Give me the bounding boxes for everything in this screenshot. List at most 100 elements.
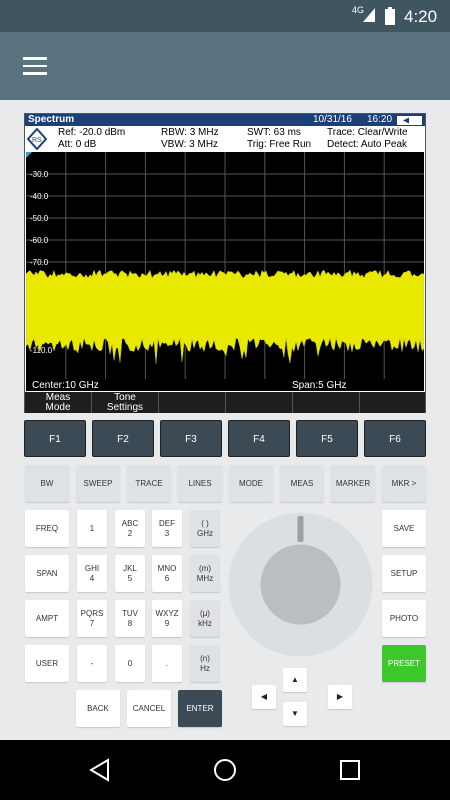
signal-icon xyxy=(363,8,375,22)
user-button[interactable]: USER xyxy=(25,645,69,682)
key-bottom-label: 7 xyxy=(89,618,95,628)
f6-button[interactable]: F6 xyxy=(364,420,426,457)
span-button[interactable]: SPAN xyxy=(25,555,69,592)
span-value: Span:5 GHz xyxy=(292,380,347,391)
ampt-button[interactable]: AMPT xyxy=(25,600,69,637)
softkey-5[interactable] xyxy=(293,392,360,413)
axis-footer: Center:10 GHz Span:5 GHz xyxy=(26,379,424,391)
knob-indicator-icon xyxy=(297,516,304,542)
meas-button[interactable]: MEAS xyxy=(280,465,324,502)
key-bottom-label: kHz xyxy=(198,618,212,628)
key-top-label: WXYZ xyxy=(155,608,179,618)
softkey-4[interactable] xyxy=(226,392,293,413)
numpad-key-3[interactable]: ( ) GHz xyxy=(190,510,220,547)
key-bottom-label: . xyxy=(165,658,169,668)
back-triangle-icon[interactable] xyxy=(88,758,110,782)
numpad-key-13[interactable]: 0 xyxy=(115,645,145,682)
numpad-key-12[interactable]: - xyxy=(77,645,107,682)
cancel-button[interactable]: CANCEL xyxy=(127,690,171,727)
freq-button[interactable]: FREQ xyxy=(25,510,69,547)
save-button[interactable]: SAVE xyxy=(382,510,426,547)
numpad-key-15[interactable]: (n) Hz xyxy=(190,645,220,682)
numpad-key-6[interactable]: MNO 6 xyxy=(152,555,182,592)
y-tick-label: -30.0 xyxy=(30,170,49,179)
numpad-key-8[interactable]: PQRS 7 xyxy=(77,600,107,637)
f3-button[interactable]: F3 xyxy=(160,420,222,457)
f4-button[interactable]: F4 xyxy=(228,420,290,457)
trace-button[interactable]: TRACE xyxy=(127,465,171,502)
photo-button[interactable]: PHOTO xyxy=(382,600,426,637)
preset-button[interactable]: PRESET xyxy=(382,645,426,682)
back-button[interactable]: BACK xyxy=(76,690,120,727)
numpad-key-2[interactable]: DEF 3 xyxy=(152,510,182,547)
status-bar: 4G 4:20 xyxy=(0,0,450,32)
y-tick-label: -50.0 xyxy=(30,214,49,223)
enter-button[interactable]: ENTER xyxy=(178,690,222,727)
setup-button[interactable]: SETUP xyxy=(382,555,426,592)
rbw: RBW: 3 MHz xyxy=(161,127,219,138)
instrument-date: 10/31/16 xyxy=(313,114,352,125)
home-circle-icon[interactable] xyxy=(213,758,237,782)
numpad-key-11[interactable]: (μ) kHz xyxy=(190,600,220,637)
battery-icon xyxy=(385,7,395,25)
numpad-key-7[interactable]: (m) MHz xyxy=(190,555,220,592)
softkey-meas-mode[interactable]: Meas Mode xyxy=(25,392,92,413)
key-bottom-label: Hz xyxy=(200,663,210,673)
recents-square-icon[interactable] xyxy=(339,759,361,781)
arrow-up-button[interactable]: ▲ xyxy=(283,668,307,692)
f1-button[interactable]: F1 xyxy=(24,420,86,457)
navigation-bar xyxy=(0,740,450,800)
key-top-label: TUV xyxy=(122,608,138,618)
numpad-key-0[interactable]: 1 xyxy=(77,510,107,547)
trace-mode: Trace: Clear/Write xyxy=(327,127,408,138)
arrow-down-button[interactable]: ▼ xyxy=(283,702,307,726)
key-bottom-label: 4 xyxy=(89,573,95,583)
key-top-label: (m) xyxy=(199,563,211,573)
key-top-label: GHI xyxy=(84,563,100,573)
y-tick-label: -70.0 xyxy=(30,258,49,267)
attenuation: Att: 0 dB xyxy=(58,139,97,150)
bw-button[interactable]: BW xyxy=(25,465,69,502)
mkr-next-button[interactable]: MKR > xyxy=(382,465,426,502)
softkey-3[interactable] xyxy=(159,392,226,413)
y-tick-label: -40.0 xyxy=(30,192,49,201)
svg-text:RS: RS xyxy=(32,137,42,144)
battery-icon xyxy=(397,116,422,125)
spectrum-plot: -30.0 -40.0 -50.0 -60.0 -70.0 -110.0 xyxy=(26,152,424,389)
menu-icon[interactable] xyxy=(23,57,47,75)
ref-level: Ref: -20.0 dBm xyxy=(58,127,126,138)
numpad-key-14[interactable]: . xyxy=(152,645,182,682)
numpad-key-1[interactable]: ABC 2 xyxy=(115,510,145,547)
numpad-key-9[interactable]: TUV 8 xyxy=(115,600,145,637)
key-bottom-label: - xyxy=(90,658,94,668)
mode-button[interactable]: MODE xyxy=(229,465,273,502)
sweep-button[interactable]: SWEEP xyxy=(76,465,120,502)
f2-button[interactable]: F2 xyxy=(92,420,154,457)
y-tick-label: -60.0 xyxy=(30,236,49,245)
lines-button[interactable]: LINES xyxy=(178,465,222,502)
vbw: VBW: 3 MHz xyxy=(161,139,219,150)
key-top-label: ABC xyxy=(121,518,139,528)
numpad-key-4[interactable]: GHI 4 xyxy=(77,555,107,592)
arrow-right-button[interactable]: ▶ xyxy=(328,685,352,709)
numpad-key-10[interactable]: WXYZ 9 xyxy=(152,600,182,637)
key-top-label: (μ) xyxy=(200,608,210,618)
spectrum-display: Spectrum 10/31/16 16:20 RS Ref: -20.0 dB… xyxy=(24,113,426,413)
clock: 4:20 xyxy=(404,7,438,26)
arrow-left-button[interactable]: ◀ xyxy=(252,685,276,709)
mode-title: Spectrum xyxy=(28,114,75,125)
rotary-knob[interactable] xyxy=(228,512,373,657)
softkey-tone-settings[interactable]: Tone Settings xyxy=(92,392,159,413)
f5-button[interactable]: F5 xyxy=(296,420,358,457)
key-bottom-label: 8 xyxy=(127,618,133,628)
key-top-label: PQRS xyxy=(80,608,104,618)
marker-button[interactable]: MARKER xyxy=(331,465,375,502)
softkey-6[interactable] xyxy=(360,392,425,413)
key-bottom-label: MHz xyxy=(196,573,214,583)
instrument-header: Spectrum 10/31/16 16:20 xyxy=(25,114,425,126)
center-freq: Center:10 GHz xyxy=(32,380,99,391)
key-bottom-label: 1 xyxy=(89,523,95,533)
key-top-label: ( ) xyxy=(201,518,209,528)
numpad-key-5[interactable]: JKL 5 xyxy=(115,555,145,592)
key-bottom-label: 2 xyxy=(127,528,133,538)
